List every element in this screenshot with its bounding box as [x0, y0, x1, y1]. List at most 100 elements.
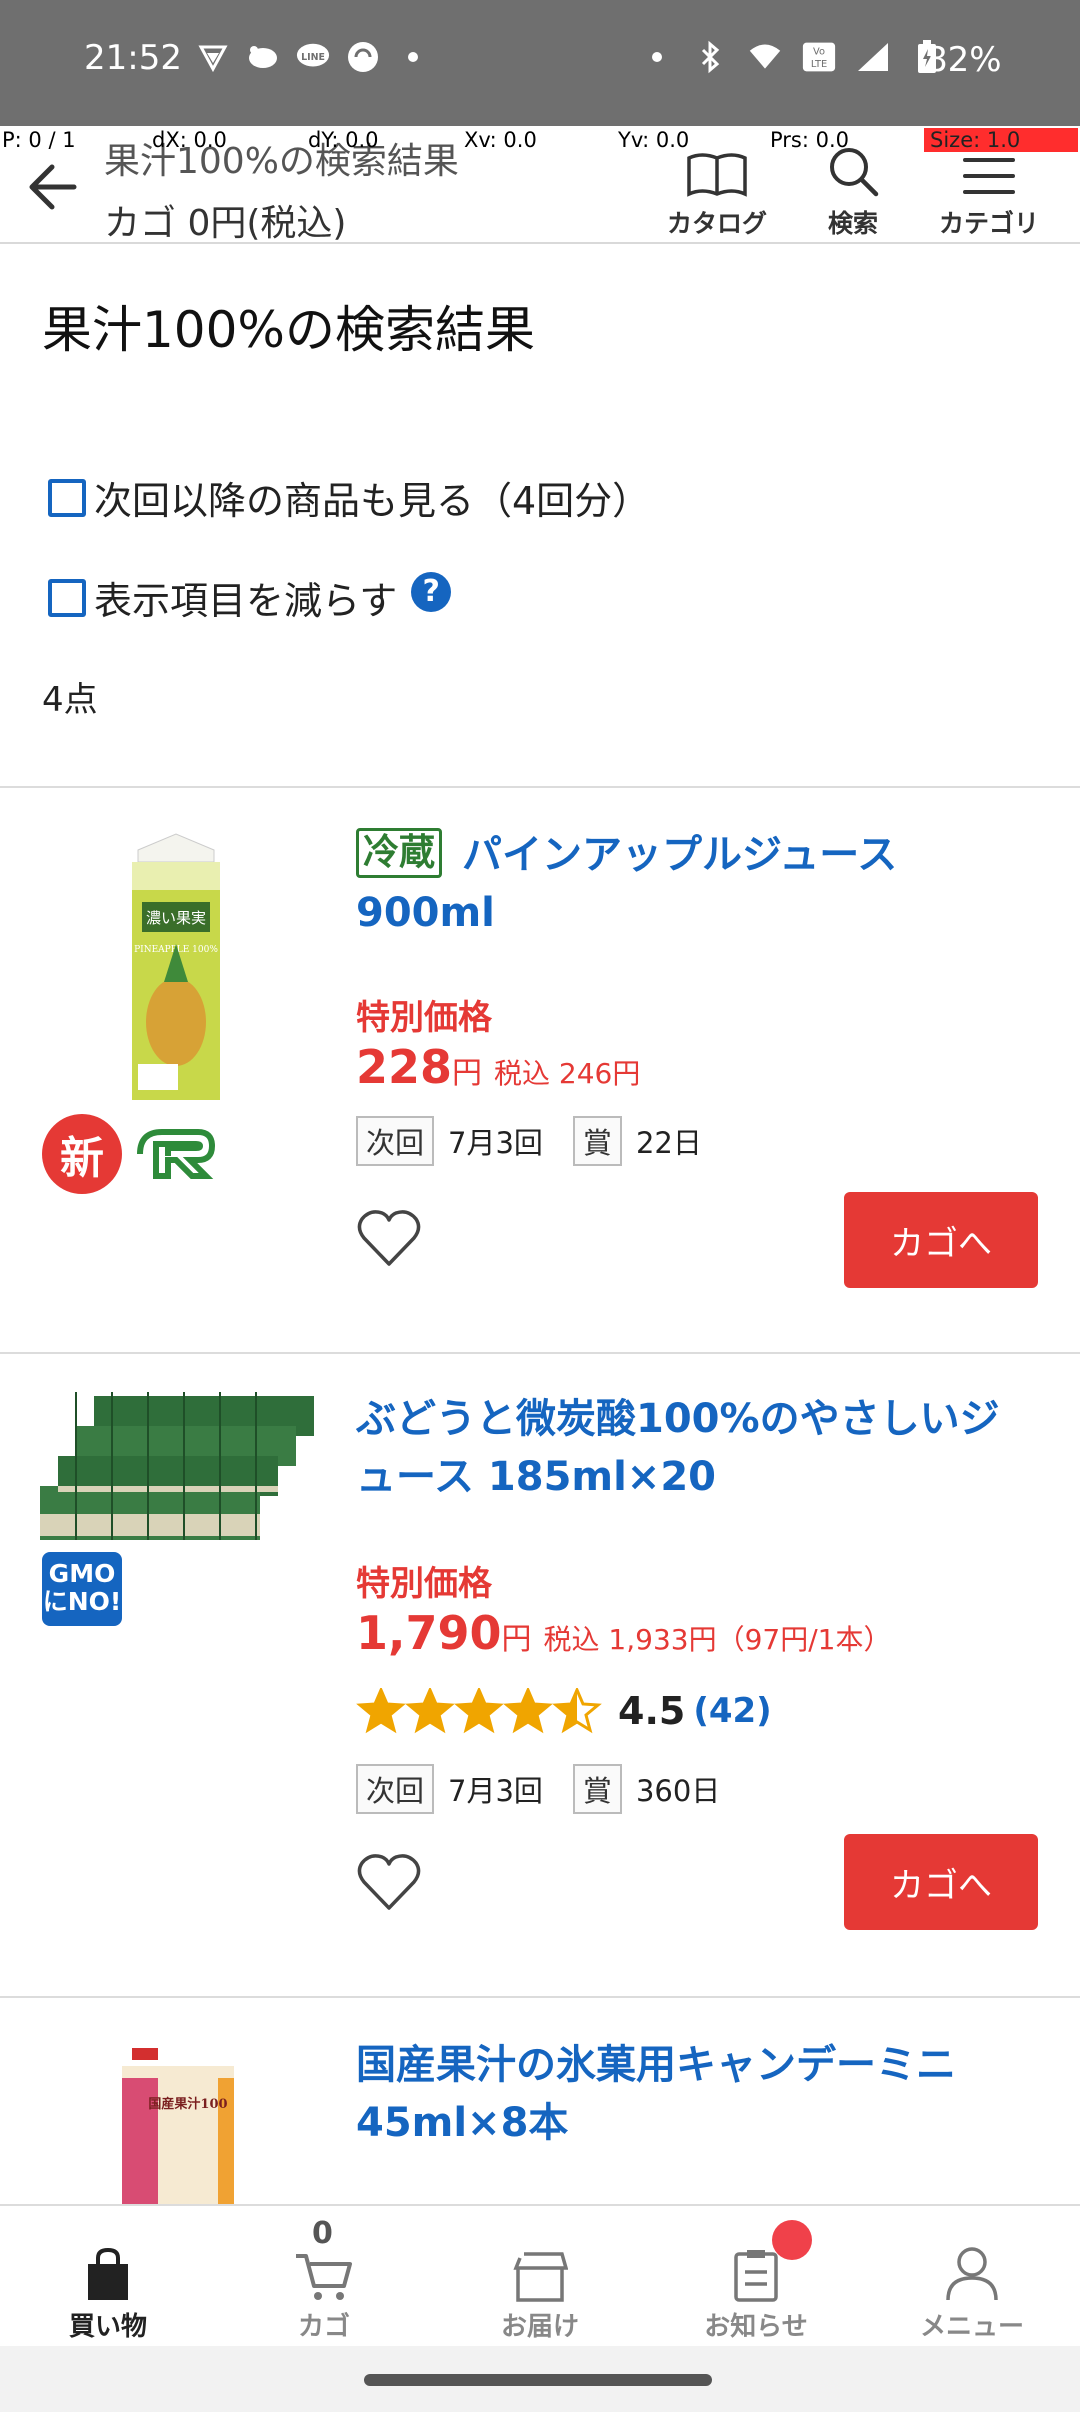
svg-text:Vo: Vo [813, 46, 825, 57]
product-title: 国産果汁の氷菓用キャンデーミニ 45ml×8本 [356, 2042, 956, 2146]
nav-menu[interactable]: メニュー [864, 2206, 1080, 2348]
favorite-button[interactable] [356, 1208, 422, 1268]
best-before-label: 賞 [572, 1116, 622, 1166]
delivery-box-icon [513, 2252, 568, 2302]
bottom-navigation: 買い物 0 カゴ お届け お知らせ メニュー [0, 2204, 1080, 2346]
status-left-icons: LINE [196, 40, 430, 74]
system-gesture-area [0, 2346, 1080, 2412]
package-text: 濃い果実 [146, 909, 206, 927]
heart-icon [357, 1210, 421, 1266]
product-card: 濃い果実 PINEAPPLE 100% 新 冷蔵 パインアップルジュース 900m… [0, 788, 1080, 1352]
star-icon [454, 1688, 504, 1734]
nav-cart-label: カゴ [297, 2312, 350, 2342]
rating-stars [356, 1688, 602, 1734]
star-icon [503, 1688, 553, 1734]
r-mark-icon [136, 1126, 216, 1182]
product-title-link[interactable]: 国産果汁の氷菓用キャンデーミニ 45ml×8本 [356, 2036, 1036, 2152]
tax-included-price: 税込 1,933円（97円/1本） [543, 1623, 892, 1656]
status-bar: 21:52 LINE Vo LTE 82% [0, 0, 1080, 126]
nav-shopping[interactable]: 買い物 [0, 2206, 216, 2348]
checkbox[interactable] [48, 578, 86, 617]
help-icon[interactable]: ? [411, 571, 452, 612]
product-card: GMO にNO! ぶどうと微炭酸100%のやさしいジュース 185ml×20 特… [0, 1354, 1080, 1996]
header-cart-summary[interactable]: カゴ 0円(税込) [104, 194, 346, 246]
debug-dx: dX: 0.0 [152, 128, 227, 152]
product-title-link[interactable]: 冷蔵 パインアップルジュース 900ml [356, 826, 1036, 942]
next-value: 7月3回 [448, 1126, 543, 1160]
add-to-cart-button[interactable]: カゴへ [844, 1834, 1038, 1930]
favorite-button[interactable] [356, 1852, 422, 1912]
back-button[interactable] [22, 156, 84, 218]
volte-icon: Vo LTE [802, 40, 836, 74]
product-image[interactable]: 濃い果実 PINEAPPLE 100% [124, 832, 228, 1102]
product-image[interactable] [40, 1392, 316, 1540]
best-before-value: 22日 [635, 1126, 702, 1160]
wifi-icon [748, 40, 782, 74]
signal-icon [856, 40, 890, 74]
home-gesture-bar[interactable] [364, 2374, 712, 2386]
price-value: 228 [356, 1040, 453, 1094]
best-before-value: 360日 [635, 1774, 721, 1808]
dot-icon [396, 40, 430, 74]
product-meta: 次回 7月3回 賞 22日 [356, 1116, 732, 1166]
product-image[interactable]: 国産果汁100 [118, 2038, 238, 2204]
piggy-icon [246, 40, 280, 74]
star-icon [405, 1688, 455, 1734]
search-label: 検索 [827, 209, 878, 238]
status-time: 21:52 [84, 38, 182, 78]
line-icon: LINE [296, 40, 330, 74]
new-badge: 新 [42, 1114, 122, 1194]
nav-cart[interactable]: 0 カゴ [216, 2206, 432, 2348]
battery-percentage: 82% [926, 40, 1002, 80]
catalog-label: カタログ [666, 209, 767, 238]
debug-pointer: P: 0 / 1 [2, 128, 76, 152]
price-value: 1,790 [356, 1606, 502, 1660]
person-icon [946, 2247, 998, 2301]
gmo-free-badge: GMO にNO! [42, 1552, 122, 1626]
package-text: 国産果汁100 [148, 2096, 227, 2112]
svg-text:LINE: LINE [301, 52, 325, 63]
category-label: カテゴリ [938, 209, 1039, 238]
tax-included-price: 税込 246円 [494, 1057, 641, 1090]
nav-menu-label: メニュー [919, 2312, 1024, 2342]
debug-prs: Prs: 0.0 [770, 128, 850, 152]
cart-icon [296, 2254, 352, 2300]
menu-icon [963, 158, 1015, 194]
product-title: ぶどうと微炭酸100%のやさしいジュース 185ml×20 [356, 1396, 1000, 1500]
dot-icon [640, 40, 674, 74]
reduce-display-items-label: 表示項目を減らす [94, 579, 398, 623]
next-label: 次回 [356, 1116, 435, 1166]
price: 228円 税込 246円 [356, 1040, 640, 1094]
checkbox[interactable] [48, 478, 86, 517]
sync-icon [346, 40, 380, 74]
special-price-label: 特別価格 [356, 1564, 492, 1604]
star-icon [356, 1688, 406, 1734]
rating[interactable]: 4.5 (42) [356, 1688, 772, 1734]
nav-notifications[interactable]: お知らせ [648, 2206, 864, 2348]
review-count[interactable]: (42) [693, 1691, 771, 1731]
gmo-badge-line2: にNO! [42, 1587, 122, 1616]
nav-notifications-label: お知らせ [704, 2312, 808, 2342]
result-count: 4点 [42, 680, 98, 720]
book-icon [687, 153, 747, 197]
price-unit: 円 [452, 1056, 483, 1091]
show-next-items-label: 次回以降の商品も見る（4回分） [94, 479, 651, 523]
bluetooth-icon [694, 40, 728, 74]
status-right-icons: Vo LTE [640, 40, 944, 74]
add-to-cart-button[interactable]: カゴへ [844, 1192, 1038, 1288]
page-title: 果汁100%の検索結果 [42, 301, 535, 359]
cart-count-badge: 0 [312, 2216, 333, 2251]
product-meta: 次回 7月3回 賞 360日 [356, 1764, 750, 1814]
arrow-left-icon [29, 164, 77, 210]
reduce-display-items-option[interactable]: 表示項目を減らす ? [48, 570, 452, 625]
next-label: 次回 [356, 1764, 435, 1814]
debug-dy: dY: 0.0 [308, 128, 379, 152]
product-title-link[interactable]: ぶどうと微炭酸100%のやさしいジュース 185ml×20 [356, 1390, 1036, 1506]
product-card: 国産果汁100 国産果汁の氷菓用キャンデーミニ 45ml×8本 [0, 1998, 1080, 2204]
price-unit: 円 [501, 1622, 532, 1657]
chilled-badge: 冷蔵 [356, 828, 443, 878]
nav-delivery[interactable]: お届け [432, 2206, 648, 2348]
show-next-items-option[interactable]: 次回以降の商品も見る（4回分） [48, 470, 650, 525]
debug-yv: Yv: 0.0 [618, 128, 690, 152]
pointer-debug-overlay: P: 0 / 1 dX: 0.0 dY: 0.0 Xv: 0.0 Yv: 0.0… [0, 128, 1080, 156]
